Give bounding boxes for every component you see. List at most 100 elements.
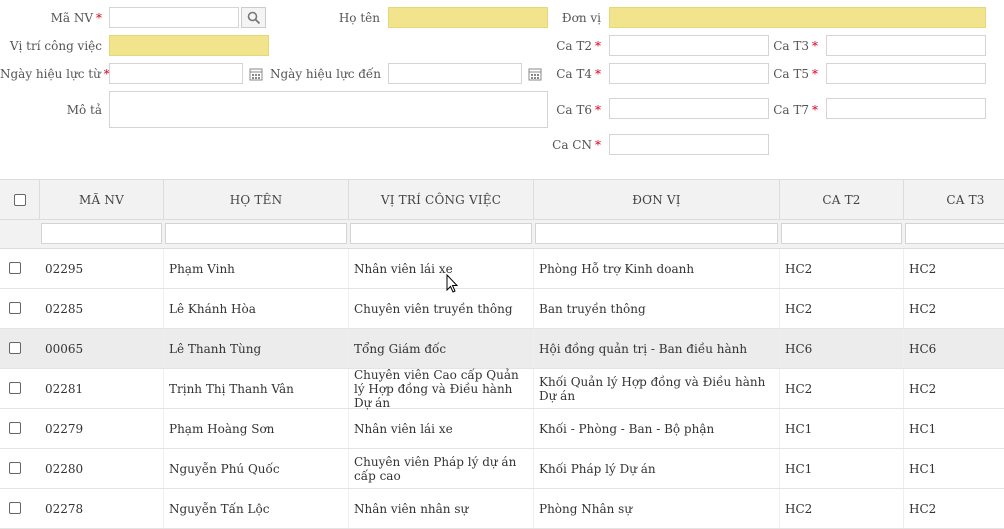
ca-t6-label: Ca T6 *: [556, 103, 601, 117]
row-checkbox[interactable]: [9, 262, 21, 274]
cell-vi-tri: Chuyên viên truyền thông: [349, 289, 534, 328]
table-row[interactable]: 02280 Nguyễn Phú Quốc Chuyên viên Pháp lý …: [0, 449, 1004, 489]
row-checkbox[interactable]: [9, 462, 21, 474]
ngay-hl-den-label: Ngày hiệu lực đến: [270, 67, 382, 81]
column-header-ca-t2[interactable]: CA T2: [780, 180, 904, 219]
mo-ta-textarea[interactable]: [109, 91, 548, 128]
grid-filter-row: [0, 220, 1004, 249]
cell-ca-t2: HC2: [780, 289, 904, 328]
filter-vi-tri-input[interactable]: [350, 223, 532, 244]
cell-ho-ten: Lê Thanh Tùng: [164, 329, 349, 368]
cell-vi-tri: Tổng Giám đốc: [349, 329, 534, 368]
ca-t5-input[interactable]: [826, 63, 986, 84]
cell-ca-t2: HC2: [780, 369, 904, 408]
ca-t7-label: Ca T7 *: [773, 103, 818, 117]
cell-ho-ten: Phạm Vinh: [164, 249, 349, 288]
cell-ma-nv: 02295: [40, 249, 164, 288]
cell-don-vi: Phòng Nhân sự: [534, 489, 780, 528]
column-header-ca-t3[interactable]: CA T3: [904, 180, 1004, 219]
column-header-ma-nv[interactable]: MÃ NV: [40, 180, 164, 219]
table-row[interactable]: 02279 Phạm Hoàng Sơn Nhân viên lái xe Khối …: [0, 409, 1004, 449]
search-icon: [247, 11, 260, 24]
column-header-vi-tri[interactable]: VỊ TRÍ CÔNG VIỆC: [349, 180, 534, 219]
header-select-all-cell: [0, 180, 40, 219]
table-row[interactable]: 00065 Lê Thanh Tùng Tổng Giám đốc Hội đồng …: [0, 329, 1004, 369]
filter-ca-t2-input[interactable]: [781, 223, 902, 244]
don-vi-input[interactable]: [609, 7, 986, 28]
calendar-icon[interactable]: [249, 67, 263, 81]
cell-ma-nv: 02285: [40, 289, 164, 328]
cell-ca-t3: HC2: [904, 289, 1004, 328]
mouse-cursor-icon: [446, 274, 459, 293]
cell-ho-ten: Phạm Hoàng Sơn: [164, 409, 349, 448]
ho-ten-label: Họ tên: [338, 11, 380, 25]
cell-ho-ten: Nguyễn Tấn Lộc: [164, 489, 349, 528]
cell-ca-t3: HC6: [904, 329, 1004, 368]
filter-ca-t3-input[interactable]: [905, 223, 1004, 244]
ca-t7-input[interactable]: [826, 98, 986, 119]
cell-ho-ten: Lê Khánh Hòa: [164, 289, 349, 328]
cell-vi-tri: Nhân viên lái xe: [349, 409, 534, 448]
cell-ca-t2: HC1: [780, 409, 904, 448]
ca-t5-label: Ca T5 *: [773, 67, 818, 81]
row-checkbox[interactable]: [9, 422, 21, 434]
row-checkbox[interactable]: [9, 302, 21, 314]
filter-ho-ten-input[interactable]: [165, 223, 347, 244]
ma-nv-label: Mã NV *: [50, 11, 102, 25]
cell-ma-nv: 02281: [40, 369, 164, 408]
ca-cn-label: Ca CN *: [552, 138, 601, 152]
table-row[interactable]: 02278 Nguyễn Tấn Lộc Nhân viên nhân sự Phòn…: [0, 489, 1004, 529]
cell-don-vi: Phòng Hỗ trợ Kinh doanh: [534, 249, 780, 288]
cell-ma-nv: 00065: [40, 329, 164, 368]
grid-header: MÃ NV HỌ TÊN VỊ TRÍ CÔNG VIỆC ĐƠN VỊ CA …: [0, 179, 1004, 220]
cell-vi-tri: Nhân viên lái xe: [349, 249, 534, 288]
cell-ca-t3: HC2: [904, 489, 1004, 528]
vi-tri-input[interactable]: [109, 35, 269, 56]
ngay-hl-tu-input[interactable]: [109, 63, 243, 84]
cell-don-vi: Ban truyền thông: [534, 289, 780, 328]
table-row[interactable]: 02295 Phạm Vinh Nhân viên lái xe Phòng Hỗ t…: [0, 249, 1004, 289]
don-vi-label: Đơn vị: [561, 11, 601, 25]
table-row[interactable]: 02281 Trịnh Thị Thanh Vân Chuyên viên Cao …: [0, 368, 1004, 410]
row-checkbox[interactable]: [9, 502, 21, 514]
filter-don-vi-input[interactable]: [535, 223, 778, 244]
cell-ca-t3: HC1: [904, 449, 1004, 488]
ca-t3-input[interactable]: [826, 35, 986, 56]
cell-ho-ten: Trịnh Thị Thanh Vân: [164, 369, 349, 408]
ngay-hl-tu-label: Ngày hiệu lực từ *: [0, 67, 110, 81]
row-checkbox[interactable]: [9, 382, 21, 394]
ca-t2-label: Ca T2 *: [556, 39, 601, 53]
cell-ca-t2: HC2: [780, 489, 904, 528]
cell-ma-nv: 02280: [40, 449, 164, 488]
employee-shift-grid: MÃ NV HỌ TÊN VỊ TRÍ CÔNG VIỆC ĐƠN VỊ CA …: [0, 179, 1004, 529]
cell-ho-ten: Nguyễn Phú Quốc: [164, 449, 349, 488]
cell-don-vi: Hội đồng quản trị - Ban điều hành: [534, 329, 780, 368]
cell-vi-tri: Nhân viên nhân sự: [349, 489, 534, 528]
cell-ca-t2: HC6: [780, 329, 904, 368]
cell-don-vi: Khối Pháp lý Dự án: [534, 449, 780, 488]
ca-cn-input[interactable]: [609, 134, 769, 155]
column-header-ho-ten[interactable]: HỌ TÊN: [164, 180, 349, 219]
vi-tri-label: Vị trí công việc: [9, 39, 102, 53]
cell-ma-nv: 02278: [40, 489, 164, 528]
row-checkbox[interactable]: [9, 342, 21, 354]
column-header-don-vi[interactable]: ĐƠN VỊ: [534, 180, 780, 219]
cell-don-vi: Khối Quản lý Hợp đồng và Điều hành Dự án: [534, 369, 780, 408]
ngay-hl-den-input[interactable]: [388, 63, 522, 84]
cell-ma-nv: 02279: [40, 409, 164, 448]
cell-ca-t3: HC2: [904, 369, 1004, 408]
cell-ca-t3: HC1: [904, 409, 1004, 448]
ca-t4-label: Ca T4 *: [556, 67, 601, 81]
cell-ca-t2: HC1: [780, 449, 904, 488]
cell-ca-t2: HC2: [780, 249, 904, 288]
cell-vi-tri: Chuyên viên Pháp lý dự án cấp cao: [349, 449, 534, 488]
select-all-checkbox[interactable]: [13, 193, 26, 206]
table-row[interactable]: 02285 Lê Khánh Hòa Chuyên viên truyền thôn…: [0, 289, 1004, 329]
search-button[interactable]: [241, 7, 266, 28]
cell-don-vi: Khối - Phòng - Ban - Bộ phận: [534, 409, 780, 448]
filter-ma-nv-input[interactable]: [41, 223, 162, 244]
cell-ca-t3: HC2: [904, 249, 1004, 288]
cell-vi-tri: Chuyên viên Cao cấp Quản lý Hợp đồng và …: [349, 368, 534, 410]
mo-ta-label: Mô tả: [66, 103, 102, 117]
ma-nv-input[interactable]: [109, 7, 239, 28]
